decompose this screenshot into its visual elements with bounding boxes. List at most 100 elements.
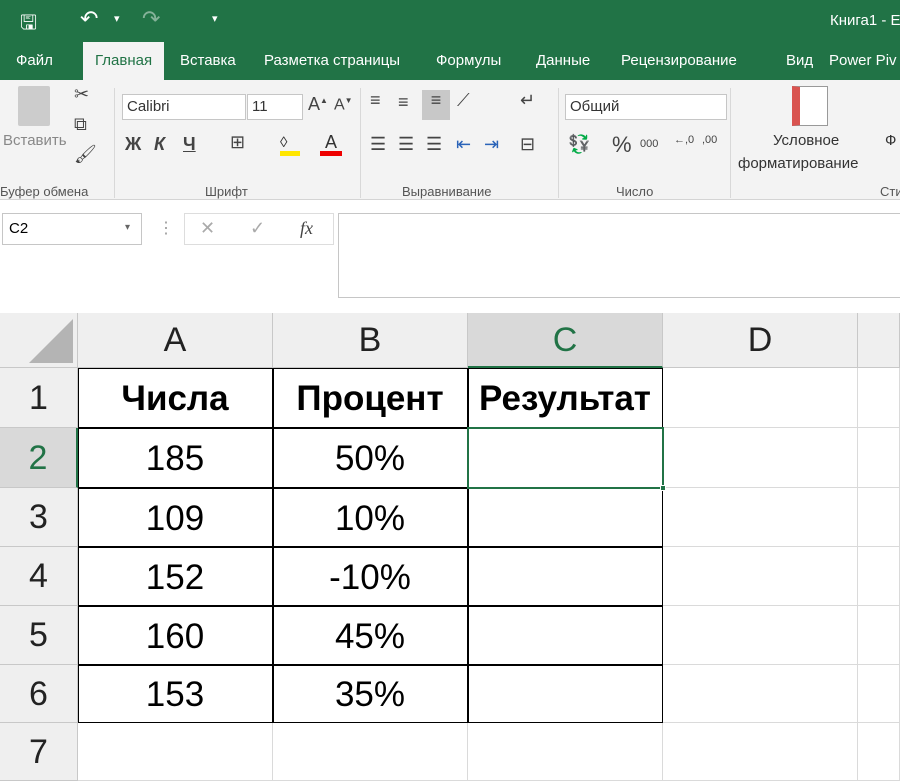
thousands-button[interactable]: 000	[640, 138, 658, 150]
redo-icon[interactable]: ↷	[142, 6, 160, 32]
cell-D6[interactable]	[663, 665, 858, 723]
selected-cell-c2[interactable]	[467, 427, 666, 491]
cell-E2[interactable]	[858, 428, 900, 488]
cell-D3[interactable]	[663, 488, 858, 547]
paste-icon[interactable]	[18, 86, 50, 126]
cell-A3[interactable]: 109	[77, 487, 273, 547]
cell-B7[interactable]	[273, 723, 468, 781]
row-header-4[interactable]: 4	[0, 547, 78, 606]
name-box-dropdown-icon[interactable]: ▾	[125, 222, 130, 233]
undo-dropdown-icon[interactable]: ▾	[114, 12, 120, 25]
fill-color-icon[interactable]: ◊	[280, 134, 300, 156]
font-name-select[interactable]: Calibri	[122, 94, 246, 120]
row-header-1[interactable]: 1	[0, 368, 78, 428]
cell-B2[interactable]: 50%	[272, 427, 468, 488]
customize-qat-icon[interactable]: ▾	[212, 12, 218, 25]
tab-home[interactable]: Главная	[83, 42, 165, 80]
row-header-7[interactable]: 7	[0, 723, 78, 781]
cell-D5[interactable]	[663, 606, 858, 665]
cell-C7[interactable]	[468, 723, 663, 781]
currency-icon[interactable]: 💱	[568, 134, 590, 155]
formula-input[interactable]	[338, 213, 900, 298]
column-header-b[interactable]: B	[273, 313, 468, 368]
tab-formulas[interactable]: Формулы	[436, 50, 501, 80]
orientation-icon[interactable]: ⟋	[457, 90, 470, 111]
select-all-button[interactable]	[0, 313, 78, 368]
cell-A4[interactable]: 152	[77, 546, 273, 606]
underline-button[interactable]: Ч	[183, 134, 196, 155]
column-header-a[interactable]: A	[78, 313, 273, 368]
cell-A7[interactable]	[78, 723, 273, 781]
row-header-5[interactable]: 5	[0, 606, 78, 665]
conditional-formatting-label-1[interactable]: Условное	[773, 132, 839, 149]
cell-B5[interactable]: 45%	[272, 605, 468, 665]
increase-font-icon[interactable]: A▲	[308, 94, 328, 115]
align-center-icon[interactable]: ☰	[398, 134, 414, 155]
cell-A6[interactable]: 153	[77, 664, 273, 723]
cell-E1[interactable]	[858, 368, 900, 428]
tab-insert[interactable]: Вставка	[180, 50, 236, 80]
format-as-table-partial[interactable]: Ф	[885, 132, 896, 149]
number-format-select[interactable]: Общий	[565, 94, 727, 120]
cell-B1[interactable]: Процент	[272, 367, 468, 428]
cell-B6[interactable]: 35%	[272, 664, 468, 723]
align-top-icon[interactable]: ≡	[370, 90, 381, 111]
bold-button[interactable]: Ж	[125, 134, 141, 155]
tab-data[interactable]: Данные	[536, 50, 590, 80]
cell-E4[interactable]	[858, 547, 900, 606]
merge-center-icon[interactable]: ⊟	[520, 134, 535, 155]
align-left-icon[interactable]: ☰	[370, 134, 386, 155]
row-header-6[interactable]: 6	[0, 665, 78, 723]
tab-review[interactable]: Рецензирование	[621, 50, 737, 80]
cell-D4[interactable]	[663, 547, 858, 606]
font-size-select[interactable]: 11	[247, 94, 303, 120]
increase-indent-icon[interactable]: ⇥	[484, 134, 499, 155]
column-header-e[interactable]	[858, 313, 900, 368]
fill-handle[interactable]	[660, 485, 666, 491]
format-painter-icon[interactable]: 🖌	[74, 144, 97, 165]
cell-E3[interactable]	[858, 488, 900, 547]
cell-A1[interactable]: Числа	[77, 367, 273, 428]
column-header-c[interactable]: C	[468, 313, 663, 368]
cell-C6[interactable]	[467, 664, 663, 723]
italic-button[interactable]: К	[154, 134, 165, 155]
undo-icon[interactable]: ↶	[80, 6, 98, 32]
cancel-icon[interactable]: ✕	[200, 218, 215, 239]
name-box[interactable]: C2	[2, 213, 142, 245]
tab-file[interactable]: Файл	[16, 50, 53, 80]
borders-icon[interactable]: ⊞	[230, 132, 245, 153]
decrease-font-icon[interactable]: A▼	[334, 96, 353, 114]
cell-C5[interactable]	[467, 605, 663, 665]
tab-view[interactable]: Вид	[786, 50, 813, 80]
cell-D2[interactable]	[663, 428, 858, 488]
row-header-2[interactable]: 2	[0, 428, 78, 488]
cell-E5[interactable]	[858, 606, 900, 665]
font-color-icon[interactable]: A	[320, 132, 342, 156]
cell-D1[interactable]	[663, 368, 858, 428]
save-icon[interactable]: 🖫	[20, 8, 37, 42]
cell-C3[interactable]	[467, 487, 663, 547]
conditional-formatting-label-2[interactable]: форматирование	[738, 155, 858, 172]
cell-E7[interactable]	[858, 723, 900, 781]
cell-D7[interactable]	[663, 723, 858, 781]
cell-C1[interactable]: Результат	[467, 367, 663, 428]
align-right-icon[interactable]: ☰	[426, 134, 442, 155]
cell-B4[interactable]: -10%	[272, 546, 468, 606]
cut-icon[interactable]: ✂	[74, 84, 89, 105]
enter-icon[interactable]: ✓	[250, 218, 265, 239]
cell-E6[interactable]	[858, 665, 900, 723]
insert-function-button[interactable]: fx	[300, 218, 313, 239]
paste-button[interactable]: Вставить	[3, 132, 67, 149]
align-middle-icon[interactable]: ≡	[398, 92, 409, 113]
decrease-indent-icon[interactable]: ⇤	[456, 134, 471, 155]
tab-page-layout[interactable]: Разметка страницы	[264, 50, 400, 80]
increase-decimal-icon[interactable]: ←,0	[674, 134, 694, 146]
conditional-formatting-icon[interactable]	[792, 86, 828, 126]
percent-button[interactable]: %	[612, 132, 632, 158]
cell-C4[interactable]	[467, 546, 663, 606]
cell-B3[interactable]: 10%	[272, 487, 468, 547]
cell-A5[interactable]: 160	[77, 605, 273, 665]
drag-handle-icon[interactable]: ⋮	[158, 218, 174, 238]
row-header-3[interactable]: 3	[0, 488, 78, 547]
align-bottom-icon[interactable]: ≡	[422, 90, 450, 120]
